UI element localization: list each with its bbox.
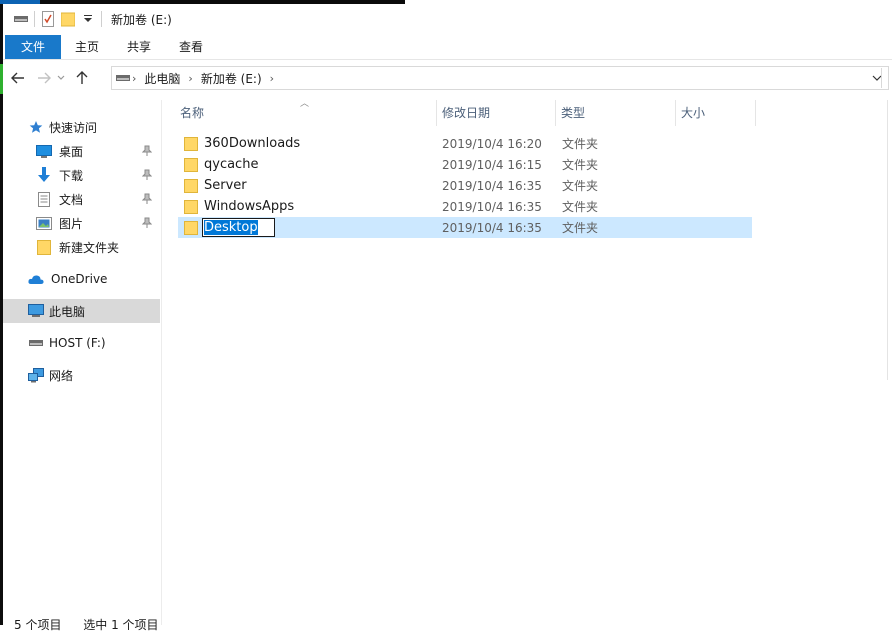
pin-icon[interactable] [142, 169, 152, 181]
cloud-icon [27, 270, 45, 288]
breadcrumb-chevron-icon[interactable]: › [186, 72, 194, 85]
ribbon-tabs: 文件 主页 共享 查看 [3, 35, 892, 60]
folder-icon [184, 178, 198, 193]
forward-arrow-icon [38, 72, 51, 84]
status-selected-count: 选中 1 个项目 [83, 618, 159, 632]
sidebar-item-network[interactable]: 网络 [3, 363, 160, 387]
file-date: 2019/10/4 16:35 [442, 178, 542, 193]
sidebar-item-new-folder[interactable]: 新建文件夹 [3, 235, 160, 259]
new-folder-icon[interactable] [58, 9, 78, 29]
sidebar-item-label: 网络 [49, 368, 74, 383]
file-name: WindowsApps [204, 199, 295, 214]
folder-icon [184, 220, 198, 235]
sidebar-item-label: HOST (F:) [49, 336, 106, 350]
file-type: 文件夹 [562, 221, 599, 235]
drive-icon [116, 75, 130, 81]
navigation-pane: 快速访问 桌面 下载 文档 图片 新建文件夹 OneDrive 此电脑 HOST… [3, 100, 162, 625]
tab-home[interactable]: 主页 [61, 35, 113, 59]
properties-icon[interactable] [38, 9, 58, 29]
up-arrow-icon [76, 71, 88, 84]
sidebar-item-documents[interactable]: 文档 [3, 187, 160, 211]
recent-locations-button[interactable] [55, 67, 67, 89]
tab-view[interactable]: 查看 [165, 35, 217, 59]
file-row[interactable]: 360Downloads 2019/10/4 16:20 文件夹 [178, 133, 752, 154]
pin-icon[interactable] [142, 217, 152, 229]
sidebar-item-label: 图片 [59, 216, 84, 231]
file-list: ︿ 名称 修改日期 类型 大小 360Downloads 2019/10/4 1… [162, 99, 892, 625]
file-name: Server [204, 178, 247, 193]
sidebar-item-label: 新建文件夹 [59, 240, 120, 255]
file-type: 文件夹 [562, 179, 599, 193]
tab-share[interactable]: 共享 [113, 35, 165, 59]
file-date: 2019/10/4 16:35 [442, 199, 542, 214]
breadcrumb-chevron-icon[interactable]: › [130, 72, 138, 85]
chevron-down-icon [57, 75, 65, 80]
file-name: qycache [204, 157, 259, 172]
computer-icon [27, 302, 45, 320]
sidebar-item-onedrive[interactable]: OneDrive [3, 267, 160, 291]
file-row[interactable]: Server 2019/10/4 16:35 文件夹 [178, 175, 752, 196]
tab-file[interactable]: 文件 [5, 35, 62, 59]
customize-dropdown-icon[interactable] [78, 9, 98, 29]
column-header-date[interactable]: 修改日期 [436, 100, 555, 126]
rename-field[interactable]: Desktop [202, 218, 442, 237]
file-type: 文件夹 [562, 137, 599, 151]
star-icon [27, 118, 45, 136]
sidebar-item-label: 文档 [59, 192, 84, 207]
sidebar-item-label: 此电脑 [49, 304, 86, 319]
sidebar-item-label: 桌面 [59, 144, 84, 159]
status-item-count: 5 个项目 [14, 618, 62, 632]
address-bar[interactable]: › 此电脑 › 新加卷 (E:) › [111, 66, 889, 90]
file-type: 文件夹 [562, 200, 599, 214]
breadcrumb-drive[interactable]: 新加卷 (E:) [195, 70, 268, 87]
document-icon [35, 190, 53, 208]
file-type: 文件夹 [562, 158, 599, 172]
right-edge-divider [887, 100, 892, 380]
window-title: 新加卷 (E:) [111, 12, 172, 27]
drive-icon [27, 334, 45, 352]
sidebar-item-this-pc[interactable]: 此电脑 [3, 299, 160, 323]
file-date: 2019/10/4 16:20 [442, 136, 542, 151]
column-header-name[interactable]: 名称 [174, 100, 436, 126]
sidebar-item-pictures[interactable]: 图片 [3, 211, 160, 235]
back-arrow-icon [11, 72, 24, 84]
folder-icon [184, 199, 198, 214]
breadcrumb-this-pc[interactable]: 此电脑 [138, 70, 186, 87]
back-button[interactable] [7, 67, 29, 89]
picture-icon [35, 214, 53, 232]
desktop-icon [35, 142, 53, 160]
file-row-selected[interactable]: Desktop 2019/10/4 16:35 文件夹 [178, 217, 752, 238]
quick-access-toolbar [3, 4, 105, 34]
network-icon [27, 366, 45, 384]
rename-selected-text: Desktop [204, 220, 258, 235]
sidebar-item-host-drive[interactable]: HOST (F:) [3, 331, 160, 355]
sidebar-item-label: 快速访问 [49, 120, 98, 135]
pin-icon[interactable] [142, 145, 152, 157]
pin-icon[interactable] [142, 193, 152, 205]
column-header-type[interactable]: 类型 [555, 100, 675, 126]
sidebar-item-quick-access[interactable]: 快速访问 [3, 115, 160, 139]
sidebar-item-desktop[interactable]: 桌面 [3, 139, 160, 163]
folder-icon [184, 136, 198, 151]
folder-icon [35, 238, 53, 256]
breadcrumb-chevron-icon[interactable]: › [268, 72, 276, 85]
up-button[interactable] [71, 67, 93, 89]
sidebar-item-label: 下载 [59, 168, 84, 183]
file-date: 2019/10/4 16:15 [442, 157, 542, 172]
file-row[interactable]: qycache 2019/10/4 16:15 文件夹 [178, 154, 752, 175]
file-row[interactable]: WindowsApps 2019/10/4 16:35 文件夹 [178, 196, 752, 217]
file-name: 360Downloads [204, 136, 301, 151]
sidebar-item-label: OneDrive [51, 272, 108, 286]
file-date: 2019/10/4 16:35 [442, 220, 542, 235]
column-header-size[interactable]: 大小 [675, 100, 755, 126]
refresh-button[interactable] [881, 68, 892, 88]
sidebar-item-downloads[interactable]: 下载 [3, 163, 160, 187]
download-icon [35, 166, 53, 184]
forward-button[interactable] [33, 67, 55, 89]
drive-icon[interactable] [11, 9, 31, 29]
folder-icon [184, 157, 198, 172]
title-bar: 新加卷 (E:) [3, 4, 892, 34]
navigation-bar: › 此电脑 › 新加卷 (E:) › [3, 62, 892, 94]
